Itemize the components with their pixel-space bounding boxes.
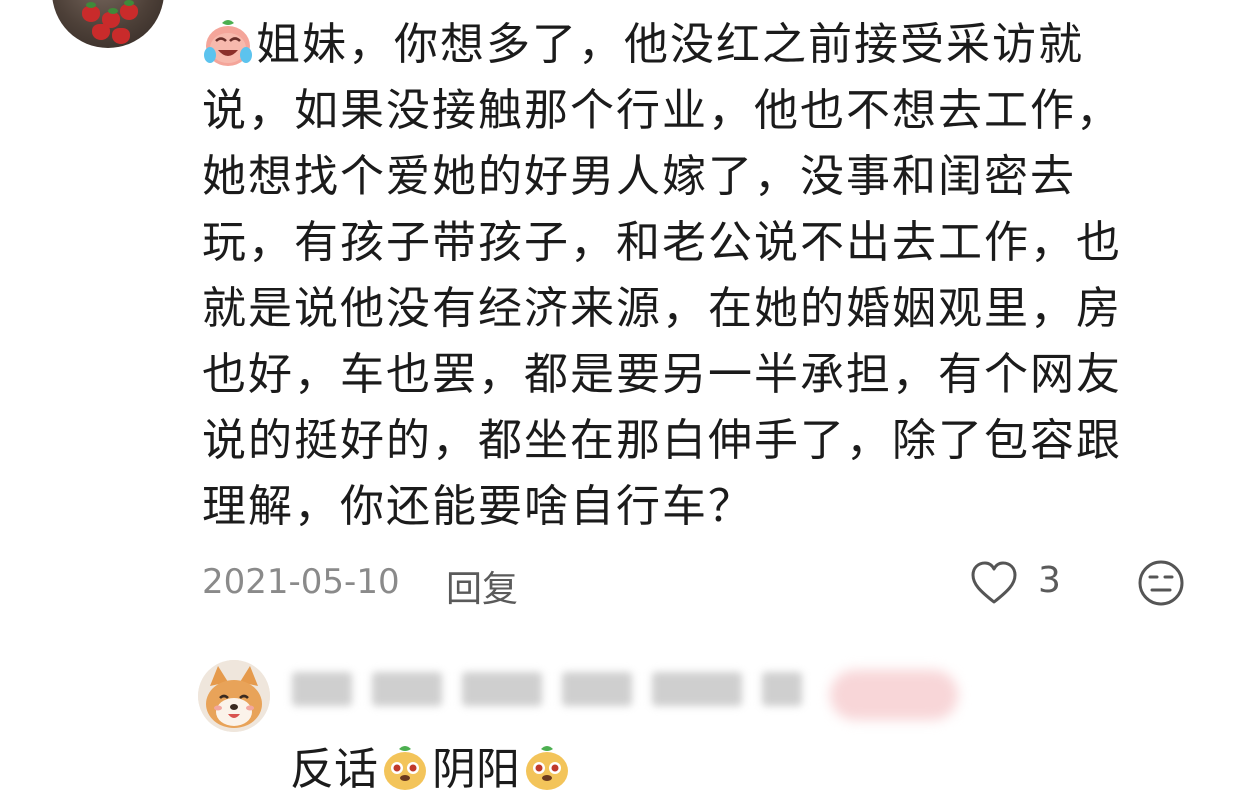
reply-body: 反话 阴阳 bbox=[290, 742, 574, 798]
dislike-face-icon[interactable] bbox=[1136, 558, 1186, 608]
reply-text-part: 阴阳 bbox=[432, 744, 520, 795]
comment-line: 理解，你还能要啥自行车？ bbox=[202, 481, 754, 532]
doge-emoji-icon bbox=[384, 746, 426, 790]
comment-line: 说的挺好的，都坐在那白伸手了，除了包容跟 bbox=[202, 415, 1122, 466]
comment-line: 她想找个爱她的好男人嫁了，没事和闺密去 bbox=[202, 151, 1076, 202]
reply-author-name-blurred bbox=[292, 662, 812, 722]
reply-author-badge-blurred bbox=[830, 670, 958, 720]
like-count: 3 bbox=[1038, 560, 1061, 601]
crying-laugh-emoji-icon bbox=[204, 20, 252, 66]
comment-line: 玩，有孩子带孩子，和老公说不出去工作，也 bbox=[202, 217, 1122, 268]
reply-author-avatar[interactable] bbox=[198, 660, 270, 732]
comment-line: 姐妹，你想多了，他没红之前接受采访就 bbox=[202, 12, 1202, 78]
comment-line-text: 姐妹，你想多了，他没红之前接受采访就 bbox=[256, 19, 1084, 70]
reply-item: 反话 阴阳 bbox=[0, 650, 1260, 808]
reply-button[interactable]: 回复 bbox=[446, 560, 518, 612]
shiba-dog-icon bbox=[198, 660, 270, 732]
comment-thread: 姐妹，你想多了，他没红之前接受采访就 说，如果没接触那个行业，他也不想去工作， … bbox=[0, 0, 1260, 808]
comment-body: 姐妹，你想多了，他没红之前接受采访就 说，如果没接触那个行业，他也不想去工作， … bbox=[202, 12, 1202, 540]
reply-text-part: 反话 bbox=[290, 744, 378, 795]
comment-line: 说，如果没接触那个行业，他也不想去工作， bbox=[202, 85, 1122, 136]
heart-outline-icon[interactable] bbox=[970, 560, 1018, 606]
comment-date: 2021-05-10 bbox=[202, 562, 400, 602]
comment-meta: 2021-05-10 回复 3 bbox=[202, 556, 1202, 612]
comment-line: 就是说他没有经济来源，在她的婚姻观里，房 bbox=[202, 283, 1122, 334]
comment-line: 也好，车也罢，都是要另一半承担，有个网友 bbox=[202, 349, 1122, 400]
doge-emoji-icon bbox=[526, 746, 568, 790]
commenter-avatar[interactable] bbox=[52, 0, 164, 48]
